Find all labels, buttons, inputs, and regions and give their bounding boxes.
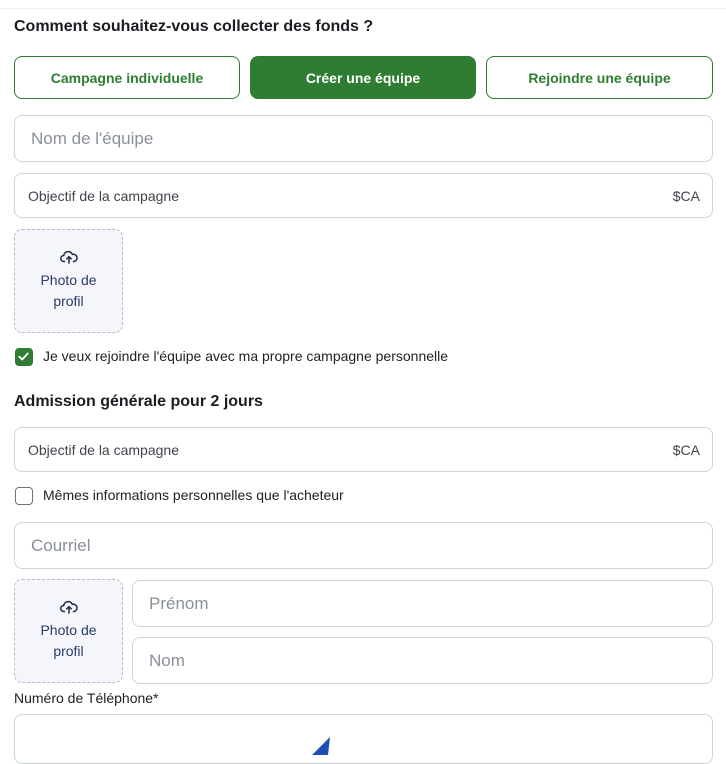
join-own-campaign-checkbox[interactable] — [15, 348, 33, 366]
email-field[interactable]: Courriel — [14, 522, 713, 569]
join-own-campaign-label: Je veux rejoindre l'équipe avec ma propr… — [43, 348, 449, 364]
campaign-goal-input-2[interactable]: Objectif de la campagne $CA — [14, 427, 713, 472]
top-divider — [0, 0, 726, 9]
same-info-checkbox[interactable] — [15, 487, 33, 505]
campaign-goal-placeholder: Objectif de la campagne — [28, 441, 179, 458]
same-info-label: Mêmes informations personnelles que l'ac… — [43, 487, 344, 503]
cloud-upload-icon — [59, 250, 78, 264]
phone-field[interactable] — [14, 714, 713, 764]
campaign-goal-placeholder: Objectif de la campagne — [28, 187, 179, 204]
team-photo-upload[interactable]: Photo de profil — [14, 229, 123, 333]
currency-suffix: $CA — [672, 441, 700, 458]
admission-heading: Admission générale pour 2 jours — [14, 393, 263, 410]
photo-label-line2: profil — [53, 293, 84, 309]
phone-label: Numéro de Téléphone* — [14, 690, 159, 706]
last-name-field[interactable]: Nom — [132, 637, 713, 684]
campaign-goal-input[interactable]: Objectif de la campagne $CA — [14, 173, 713, 218]
first-name-field[interactable]: Prénom — [132, 580, 713, 627]
photo-label-line2: profil — [53, 643, 84, 659]
fundraising-method-heading: Comment souhaitez-vous collecter des fon… — [14, 18, 374, 35]
team-name-input[interactable]: Nom de l'équipe — [14, 115, 713, 162]
option-join-team[interactable]: Rejoindre une équipe — [486, 56, 713, 99]
mouse-cursor-icon — [312, 737, 330, 755]
option-individual-campaign[interactable]: Campagne individuelle — [14, 56, 240, 99]
photo-label-line1: Photo de — [40, 272, 97, 288]
checkmark-icon — [18, 352, 29, 361]
cloud-upload-icon — [59, 600, 78, 614]
currency-suffix: $CA — [672, 187, 700, 204]
option-create-team[interactable]: Créer une équipe — [250, 56, 476, 99]
photo-label-line1: Photo de — [40, 622, 97, 638]
participant-photo-upload[interactable]: Photo de profil — [14, 579, 123, 683]
